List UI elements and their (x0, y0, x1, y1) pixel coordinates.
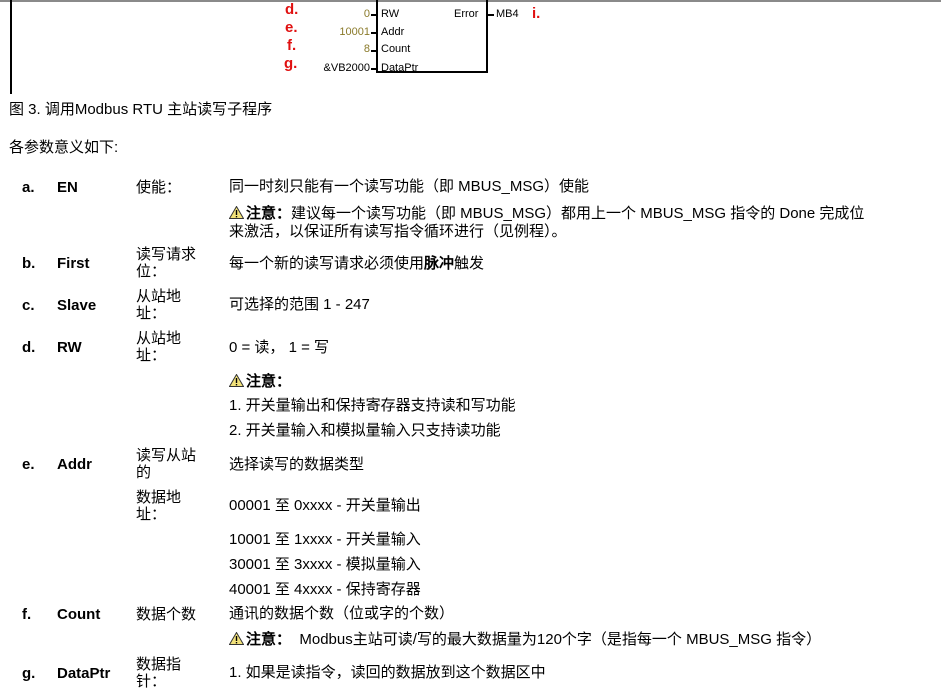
param-text: 选择读写的数据类型 (229, 456, 365, 473)
marker-d: d. (285, 1, 299, 18)
rw-value: 0 (363, 8, 370, 20)
addr-value: 10001 (339, 26, 370, 38)
param-note: 注意： (229, 372, 291, 391)
param-desc: 从站地址： (136, 288, 182, 322)
count-value: 8 (363, 43, 370, 55)
param-name: EN (57, 179, 78, 196)
param-text: 1. 如果是读指令，读回的数据放到这个数据区中 (229, 664, 546, 681)
param-name: RW (57, 339, 82, 356)
marker-e: e. (285, 19, 298, 36)
note-line: 1. 开关量输出和保持寄存器支持读和写功能 (229, 397, 516, 414)
param-name: Addr (57, 456, 92, 473)
addr-range: 30001 至 3xxxx - 模拟量输入 (229, 556, 421, 573)
intro-text: 各参数意义如下: (9, 139, 119, 156)
param-name: First (57, 255, 90, 272)
param-letter: d. (22, 339, 36, 356)
param-text: 0 = 读， 1 = 写 (229, 339, 330, 356)
param-desc: 读写从站的 (136, 447, 197, 481)
addr-range: 10001 至 1xxxx - 开关量输入 (229, 531, 421, 548)
error-value: MB4 (496, 8, 519, 20)
param-note: 注意： Modbus主站可读/写的最大数据量为120个字（是指每一个 MBUS_… (229, 630, 929, 649)
param-note: 注意：建议每一个读写功能（即 MBUS_MSG）都用上一个 MBUS_MSG 指… (229, 204, 929, 241)
param-name: Count (57, 606, 101, 623)
param-desc: 数据指针： (136, 656, 182, 690)
param-desc: 数据个数 (136, 606, 197, 623)
param-letter: f. (22, 606, 32, 623)
warning-icon (229, 374, 244, 387)
note-label: 注意： (246, 204, 292, 222)
figure-caption: 图 3. 调用Modbus RTU 主站读写子程序 (9, 101, 273, 118)
dataptr-value: &VB2000 (323, 62, 370, 74)
marker-g: g. (284, 55, 298, 72)
power-rail (10, 0, 12, 94)
param-letter: e. (22, 456, 35, 473)
text-part: 每一个新的读写请求必须使用 (229, 255, 425, 272)
param-letter: a. (22, 179, 35, 196)
note-line: 2. 开关量输入和模拟量输入只支持读功能 (229, 422, 501, 439)
marker-f: f. (287, 37, 297, 54)
pin-dataptr: DataPtr (381, 62, 419, 74)
param-text: 同一时刻只能有一个读写功能（即 MBUS_MSG）使能 (229, 178, 590, 195)
param-text: 每一个新的读写请求必须使用脉冲触发 (229, 255, 484, 273)
param-text: 可选择的范围 1 - 247 (229, 296, 370, 313)
addr-range: 00001 至 0xxxx - 开关量输出 (229, 497, 421, 514)
pin-rw: RW (381, 8, 400, 20)
param-letter: c. (22, 297, 35, 314)
param-name: Slave (57, 297, 97, 314)
param-letter: g. (22, 665, 36, 682)
warning-icon (229, 206, 244, 219)
param-letter: b. (22, 255, 36, 272)
param-desc-cont: 数据地址： (136, 489, 182, 523)
note-label: 注意： (246, 630, 292, 648)
marker-i: i. (532, 5, 541, 22)
param-desc: 从站地址： (136, 330, 182, 364)
pin-count: Count (381, 43, 411, 55)
text-bold: 脉冲 (424, 255, 455, 272)
param-name: DataPtr (57, 665, 111, 682)
note-text: 建议每一个读写功能（即 MBUS_MSG）都用上一个 MBUS_MSG 指令的 … (291, 205, 865, 222)
warning-icon (229, 632, 244, 645)
text-part: 触发 (454, 255, 485, 272)
addr-range: 40001 至 4xxxx - 保持寄存器 (229, 581, 421, 598)
note-label: 注意： (246, 372, 292, 390)
param-text: 通讯的数据个数（位或字的个数） (229, 605, 455, 622)
note-text: Modbus主站可读/写的最大数据量为120个字（是指每一个 MBUS_MSG … (299, 631, 822, 648)
pin-error: Error (454, 8, 479, 20)
note-text-cont: 来激活，以保证所有读写指令循环进行（见例程）。 (229, 223, 567, 240)
param-desc: 使能： (136, 179, 182, 196)
pin-wire (488, 14, 494, 16)
param-desc: 读写请求位： (136, 246, 197, 280)
pin-addr: Addr (381, 26, 405, 38)
